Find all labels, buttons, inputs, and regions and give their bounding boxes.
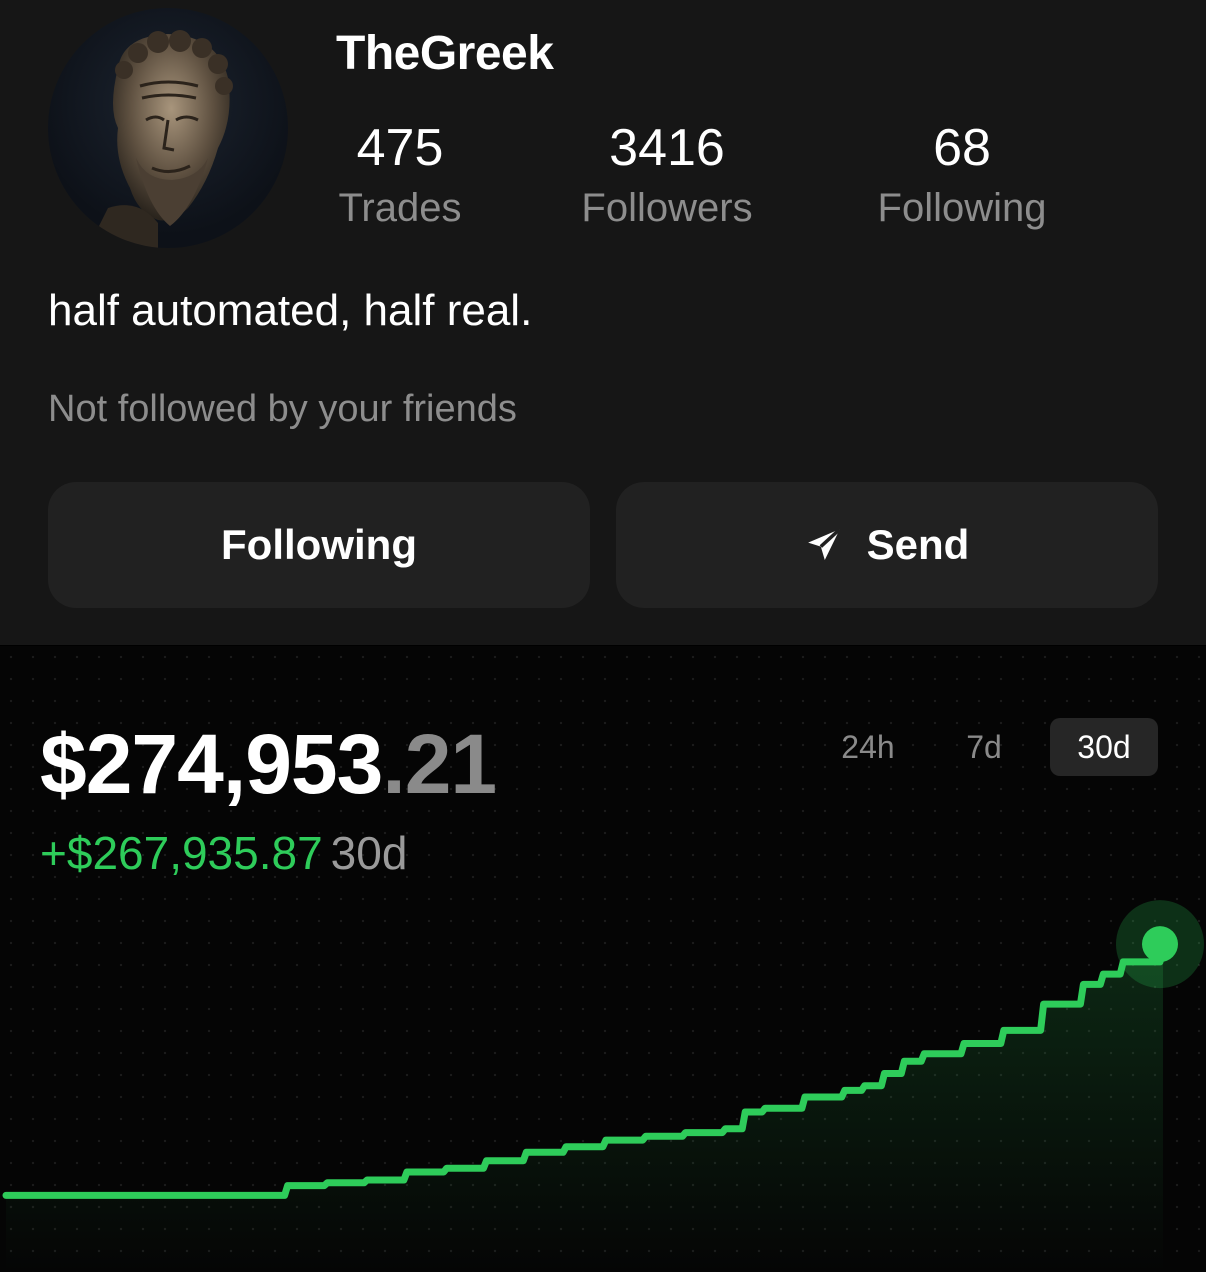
stat-followers[interactable]: 3416 Followers	[566, 118, 768, 236]
stat-following-value: 68	[933, 119, 991, 177]
change-amount: +$267,935.87	[40, 827, 323, 879]
portfolio-change: +$267,935.87 30d	[40, 826, 407, 880]
stat-followers-label: Followers	[581, 186, 753, 230]
balance-main: $274,953	[40, 717, 383, 811]
stat-trades-label: Trades	[338, 186, 462, 230]
balance-cents: .21	[382, 717, 497, 811]
range-tab-7d[interactable]: 7d	[946, 718, 1022, 776]
paper-plane-icon	[807, 527, 841, 561]
stat-trades[interactable]: 475 Trades	[330, 118, 470, 236]
stat-followers-value: 3416	[609, 119, 725, 177]
bio-text: half automated, half real.	[48, 286, 533, 335]
stat-trades-value: 475	[356, 119, 444, 177]
chart-endpoint-marker[interactable]	[1142, 926, 1178, 963]
username: TheGreek	[336, 27, 554, 80]
avatar[interactable]	[48, 8, 288, 248]
send-button-label: Send	[866, 521, 970, 568]
portfolio-balance: $274,953.21	[40, 716, 497, 813]
avatar-bust-image	[88, 30, 233, 248]
change-period: 30d	[330, 827, 408, 879]
following-button[interactable]: Following	[48, 482, 590, 608]
profile-header: TheGreek 475 Trades 3416 Followers 68 Fo…	[0, 0, 1206, 645]
following-button-label: Following	[221, 521, 417, 568]
stat-following[interactable]: 68 Following	[860, 118, 1064, 236]
range-tab-30d[interactable]: 30d	[1050, 718, 1158, 776]
send-button[interactable]: Send	[616, 482, 1158, 608]
stat-following-label: Following	[877, 186, 1047, 230]
mutual-friends-note: Not followed by your friends	[48, 388, 517, 430]
chart-area-fill	[6, 944, 1163, 1272]
portfolio-line-chart[interactable]	[0, 880, 1206, 1272]
range-tab-24h[interactable]: 24h	[826, 718, 910, 776]
